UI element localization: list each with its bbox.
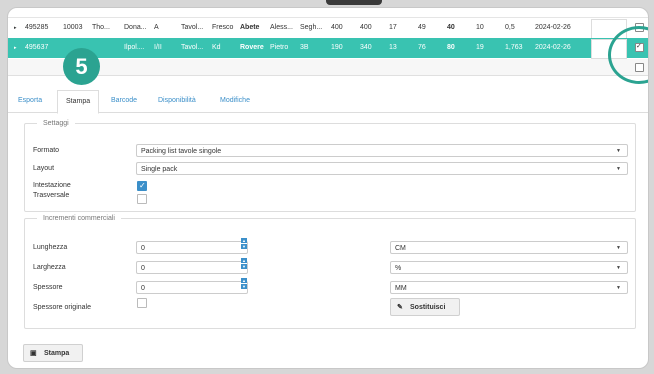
- grid-cell: 495285: [25, 24, 49, 31]
- grid-cell: 495637: [25, 44, 49, 51]
- grid-cell: 13: [389, 44, 397, 51]
- grid-cell: Pietro: [270, 44, 289, 51]
- lunghezza-input[interactable]: 0: [136, 241, 248, 254]
- grid-cell: Dona...: [124, 24, 147, 31]
- formato-label: Formato: [33, 147, 60, 154]
- grid-cell: Ilpol....: [124, 44, 145, 51]
- grid-cell: I/II: [154, 44, 162, 51]
- tab-barcode[interactable]: Barcode: [111, 90, 137, 112]
- layout-value: Single pack: [141, 166, 178, 173]
- grid-cell: 10003: [63, 24, 83, 31]
- grid-cell: Segh...: [300, 24, 323, 31]
- settings-legend: Settaggi: [43, 120, 69, 127]
- grid-cell: 10: [476, 24, 484, 31]
- grid-cell: 400: [360, 24, 372, 31]
- grid-cell: Tavol...: [181, 44, 204, 51]
- chevron-down-icon: ▼: [616, 285, 621, 291]
- grid-cell: 0,5: [505, 24, 515, 31]
- larghezza-stepper[interactable]: ▲ ▼: [241, 258, 247, 270]
- grid-cell: Fresco: [212, 24, 234, 31]
- larghezza-label: Larghezza: [33, 264, 66, 271]
- spessore-value: 0: [141, 285, 145, 292]
- device-frame: ▸ 495285 10003 Tho... Dona... A Tavol...…: [0, 0, 654, 374]
- grid-cell: 340: [360, 44, 372, 51]
- spessore-input[interactable]: 0: [136, 281, 248, 294]
- tab-bar: Esporta Stampa Barcode Disponibilità Mod…: [8, 90, 648, 114]
- grid-cell: 3B: [300, 44, 309, 51]
- grid-cell: 76: [418, 44, 426, 51]
- tab-modifiche[interactable]: Modifiche: [220, 90, 250, 112]
- grid-cell: 400: [331, 24, 343, 31]
- grid-cell: Kd: [212, 44, 221, 51]
- intestazione-label: Intestazione: [33, 182, 71, 189]
- formato-value: Packing list tavole singole: [141, 148, 222, 155]
- trasversale-label: Trasversale: [33, 192, 70, 199]
- unit-larghezza-select[interactable]: % ▼: [390, 261, 628, 274]
- lunghezza-value: 0: [141, 245, 145, 252]
- grid-cell: 190: [331, 44, 343, 51]
- app-screen: ▸ 495285 10003 Tho... Dona... A Tavol...…: [7, 7, 649, 369]
- chevron-down-icon: ▼: [616, 245, 621, 251]
- grid-cell: Aless...: [270, 24, 293, 31]
- table-row-selected[interactable]: ▸ 495637 Ilpol.... I/II Tavol... Kd Rove…: [8, 38, 648, 59]
- device-notch: [326, 0, 382, 5]
- formato-select[interactable]: Packing list tavole singole ▼: [136, 144, 628, 157]
- unit-larghezza-value: %: [395, 265, 402, 272]
- chevron-down-icon: ▼: [616, 148, 621, 154]
- layout-select[interactable]: Single pack ▼: [136, 162, 628, 175]
- table-row-empty: [8, 59, 648, 76]
- pencil-icon: ✎: [397, 304, 403, 311]
- spessore-originale-checkbox[interactable]: [137, 298, 147, 308]
- layout-label: Layout: [33, 165, 55, 172]
- trasversale-checkbox[interactable]: [137, 194, 147, 204]
- tab-esporta[interactable]: Esporta: [18, 90, 42, 112]
- tab-stampa[interactable]: Stampa: [57, 90, 100, 114]
- grid-cell: Tavol...: [181, 24, 204, 31]
- print-button-label: Stampa: [44, 350, 70, 357]
- step-badge: 5: [63, 48, 100, 85]
- expand-row-icon[interactable]: ▸: [14, 38, 17, 58]
- table-row[interactable]: ▸ 495285 10003 Tho... Dona... A Tavol...…: [8, 17, 648, 39]
- increments-legend: Incrementi commerciali: [43, 215, 115, 222]
- grid-cell: 80: [447, 44, 455, 51]
- printer-icon: ▣: [30, 350, 37, 357]
- print-button[interactable]: ▣ Stampa: [23, 344, 83, 362]
- grid-cell: 2024-02-26: [535, 44, 571, 51]
- unit-lunghezza-value: CM: [395, 245, 406, 252]
- spessore-stepper[interactable]: ▲ ▼: [241, 278, 247, 290]
- intestazione-checkbox[interactable]: [137, 181, 147, 191]
- grid-cell: 49: [418, 24, 426, 31]
- grid-cell: 19: [476, 44, 484, 51]
- unit-spessore-value: MM: [395, 285, 407, 292]
- chevron-down-icon: ▼: [616, 166, 621, 172]
- expand-row-icon[interactable]: ▸: [14, 18, 17, 38]
- replace-button[interactable]: ✎ Sostituisci: [390, 298, 460, 316]
- grid-cell: 40: [447, 24, 455, 31]
- grid-cell: 17: [389, 24, 397, 31]
- grid-cell: 2024-02-26: [535, 24, 571, 31]
- replace-button-label: Sostituisci: [410, 304, 446, 311]
- grid-cell: Rovere: [240, 44, 264, 51]
- tab-disponibilita[interactable]: Disponibilità: [158, 90, 196, 112]
- grid-cell: 1,763: [505, 44, 523, 51]
- grid-cell: Abete: [240, 24, 260, 31]
- grid-cell: Tho...: [92, 24, 110, 31]
- unit-spessore-select[interactable]: MM ▼: [390, 281, 628, 294]
- larghezza-input[interactable]: 0: [136, 261, 248, 274]
- unit-lunghezza-select[interactable]: CM ▼: [390, 241, 628, 254]
- lunghezza-stepper[interactable]: ▲ ▼: [241, 238, 247, 250]
- lunghezza-label: Lunghezza: [33, 244, 68, 251]
- spessore-label: Spessore: [33, 284, 63, 291]
- larghezza-value: 0: [141, 265, 145, 272]
- chevron-down-icon: ▼: [616, 265, 621, 271]
- spessore-originale-label: Spessore originale: [33, 304, 91, 311]
- grid-cell: A: [154, 24, 159, 31]
